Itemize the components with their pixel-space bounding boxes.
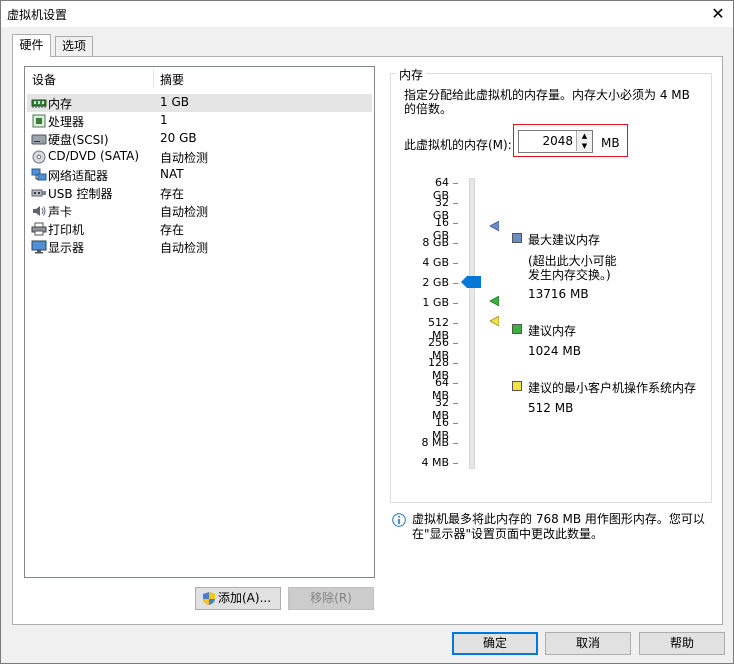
device-summary: 存在 — [160, 223, 185, 237]
device-list[interactable]: 设备 摘要 内存 1 GB 处理器 1 硬盘(SCSI) 20 GB CD/DV… — [24, 66, 375, 578]
device-row-usb-controller[interactable]: USB 控制器 存在 — [27, 184, 372, 202]
max-recommended-legend-icon — [512, 233, 522, 243]
recommended-legend-icon — [512, 324, 522, 334]
column-summary[interactable]: 摘要 — [160, 71, 184, 88]
column-device[interactable]: 设备 — [32, 71, 56, 88]
device-summary: 20 GB — [160, 131, 197, 145]
spin-up-icon[interactable]: ▲ — [576, 131, 592, 141]
display-icon — [31, 240, 47, 254]
device-name: 内存 — [48, 97, 73, 111]
device-summary: 自动检测 — [160, 241, 209, 255]
device-summary: NAT — [160, 167, 184, 181]
cd-dvd-icon — [32, 150, 46, 164]
memory-slider-thumb[interactable] — [461, 276, 481, 288]
device-row-printer[interactable]: 打印机 存在 — [27, 220, 372, 238]
max-recommended-value: 13716 MB — [528, 287, 589, 301]
spin-down-icon[interactable]: ▼ — [576, 141, 592, 151]
device-row-network-adapter[interactable]: 网络适配器 NAT — [27, 166, 372, 184]
memory-unit: MB — [601, 136, 620, 150]
device-row-sound-card[interactable]: 声卡 自动检测 — [27, 202, 372, 220]
device-name: 网络适配器 — [48, 169, 109, 183]
min-guest-title: 建议的最小客户机操作系统内存 — [528, 381, 697, 395]
device-summary: 1 — [160, 113, 168, 127]
sound-card-icon — [33, 206, 46, 216]
scale-label: 2 GB — [422, 276, 449, 289]
device-name: 硬盘(SCSI) — [48, 133, 109, 147]
window-title: 虚拟机设置 — [7, 8, 68, 22]
memory-input[interactable] — [519, 131, 576, 150]
memory-stepper[interactable]: ▲ ▼ — [518, 130, 593, 153]
device-name: USB 控制器 — [48, 187, 113, 201]
add-device-button[interactable]: 添加(A)... — [195, 587, 281, 610]
scale-label: 1 GB — [422, 296, 449, 309]
recommended-marker-icon — [489, 296, 499, 306]
memory-field-label: 此虚拟机的内存(M): — [404, 138, 512, 152]
max-recommended-note: 发生内存交换。) — [528, 268, 611, 282]
device-summary: 自动检测 — [160, 205, 209, 219]
help-button[interactable]: 帮助 — [639, 632, 725, 655]
device-summary: 自动检测 — [160, 151, 209, 165]
device-name: CD/DVD (SATA) — [48, 149, 140, 163]
scale-label: 8 GB — [422, 236, 449, 249]
network-adapter-icon — [31, 168, 47, 181]
graphics-memory-info: 虚拟机最多将此内存的 768 MB 用作图形内存。您可以在"显示器"设置页面中更… — [412, 512, 705, 541]
recommended-title: 建议内存 — [528, 324, 577, 338]
memory-description: 指定分配给此虚拟机的内存量。内存大小必须为 4 MB 的倍数。 — [404, 88, 690, 116]
device-name: 显示器 — [48, 241, 85, 255]
processor-icon — [32, 114, 46, 128]
device-list-header: 设备 摘要 — [25, 67, 374, 89]
recommended-value: 1024 MB — [528, 344, 581, 358]
tab-options[interactable]: 选项 — [55, 36, 93, 56]
scale-label: 4 GB — [422, 256, 449, 269]
scale-label: 8 MB — [421, 436, 449, 449]
device-row-processor[interactable]: 处理器 1 — [27, 112, 372, 130]
add-device-label: 添加(A)... — [218, 591, 272, 605]
device-name: 打印机 — [48, 223, 85, 237]
memory-icon — [31, 99, 47, 108]
usb-icon — [31, 189, 46, 197]
device-row-cd-dvd[interactable]: CD/DVD (SATA) 自动检测 — [27, 148, 372, 166]
ok-button[interactable]: 确定 — [452, 632, 538, 655]
min-guest-legend-icon — [512, 381, 522, 391]
title-bar: 虚拟机设置 ✕ — [1, 1, 733, 27]
memory-slider-track[interactable] — [469, 178, 475, 469]
hard-disk-icon — [31, 134, 47, 145]
max-recommended-marker-icon — [489, 221, 499, 231]
shield-icon — [203, 592, 215, 605]
min-guest-value: 512 MB — [528, 401, 574, 415]
tab-hardware[interactable]: 硬件 — [12, 34, 51, 57]
column-divider[interactable] — [153, 69, 154, 87]
device-summary: 存在 — [160, 187, 185, 201]
min-guest-marker-icon — [489, 316, 499, 326]
close-icon[interactable]: ✕ — [707, 3, 729, 25]
memory-group-title: 内存 — [396, 66, 427, 83]
device-row-memory[interactable]: 内存 1 GB — [27, 94, 372, 112]
remove-device-button[interactable]: 移除(R) — [288, 587, 374, 610]
device-name: 声卡 — [48, 205, 73, 219]
device-row-hard-disk[interactable]: 硬盘(SCSI) 20 GB — [27, 130, 372, 148]
device-row-display[interactable]: 显示器 自动检测 — [27, 238, 372, 256]
cancel-button[interactable]: 取消 — [545, 632, 631, 655]
printer-icon — [31, 222, 47, 236]
device-name: 处理器 — [48, 115, 85, 129]
info-icon — [392, 513, 406, 527]
scale-label: 4 MB — [421, 456, 449, 469]
max-recommended-title: 最大建议内存 — [528, 233, 601, 247]
device-summary: 1 GB — [160, 95, 189, 109]
